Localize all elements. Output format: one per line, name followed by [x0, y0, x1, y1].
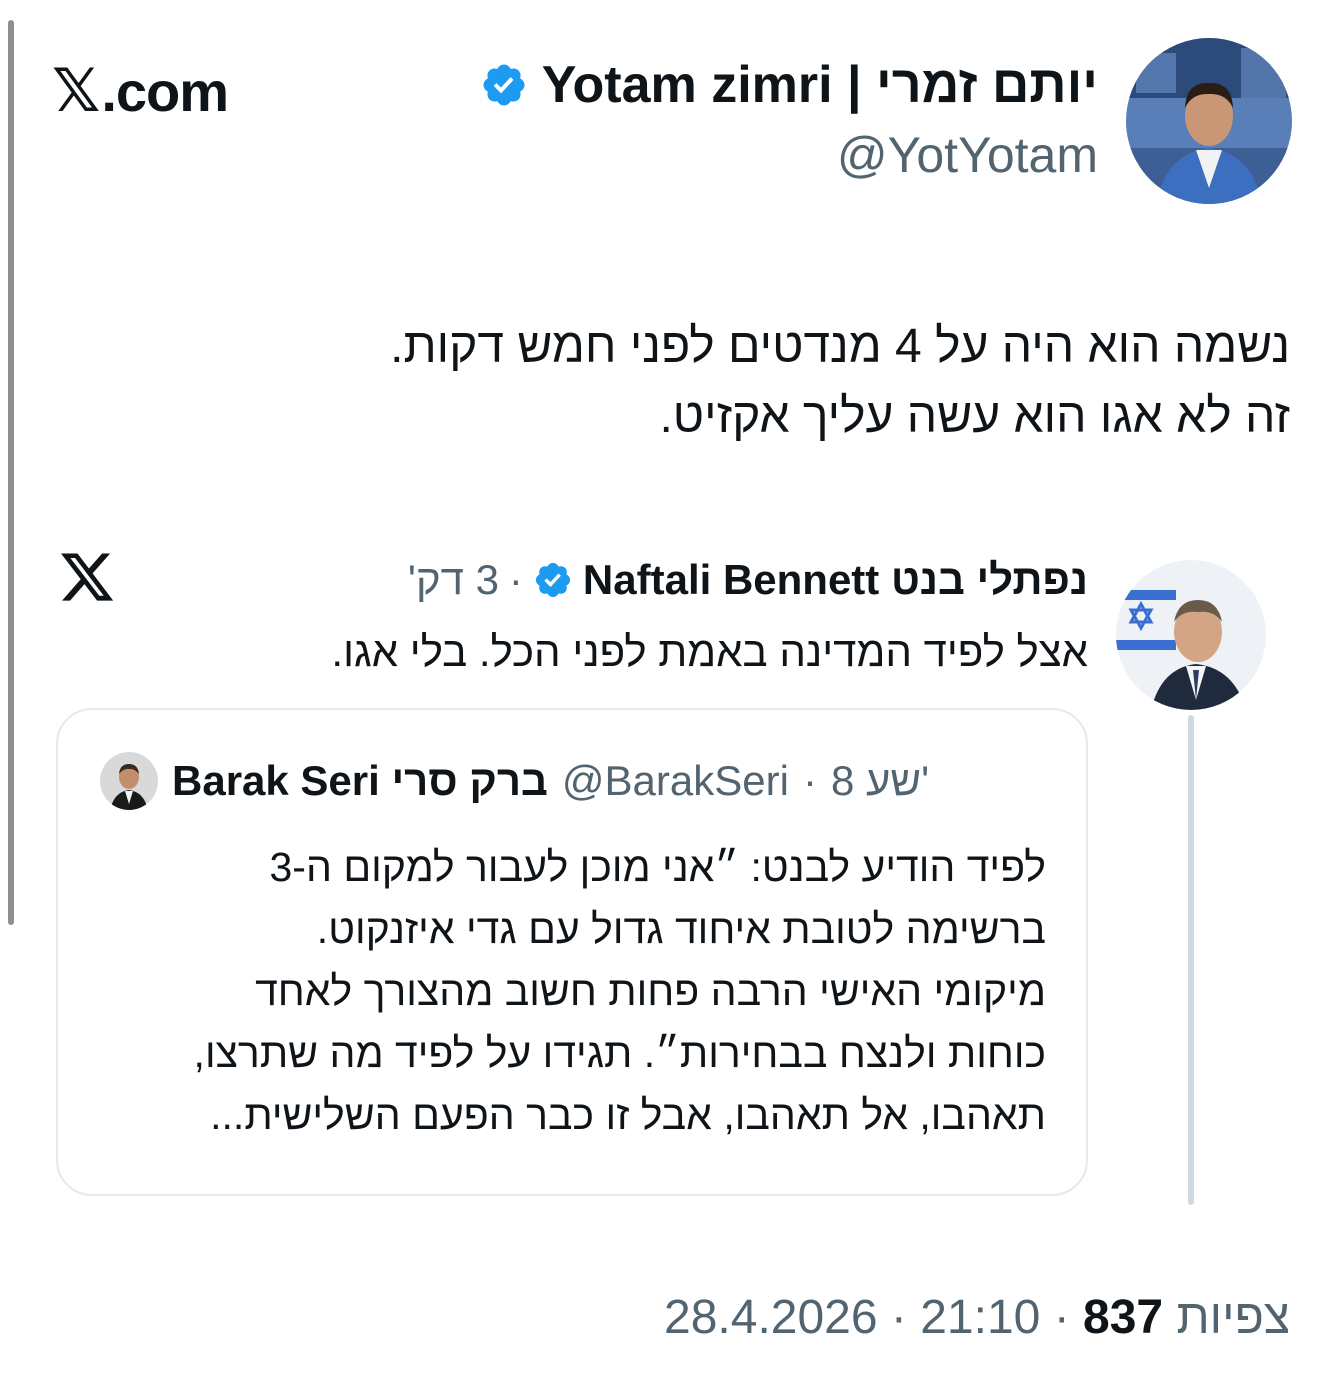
- quote-header[interactable]: Barak Seri ברק סרי @BarakSeri · 8 שע': [100, 752, 929, 810]
- verified-badge-icon: [483, 64, 525, 106]
- person-avatar-icon: [1116, 560, 1266, 710]
- footer-separator: ·: [1053, 1291, 1070, 1344]
- tweet-line: נשמה הוא היה על 4 מנדטים לפני חמש דקות.: [390, 320, 1290, 373]
- quote-line: מיקומי האישי הרבה פחות חשוב מהצורך לאחד: [255, 968, 1046, 1014]
- quote-time[interactable]: 8 שע': [831, 757, 929, 805]
- bennett-separator: ·: [508, 556, 523, 603]
- quote-line: כוחות ולנצח בבחירות״. תגידו על לפיד מה ש…: [193, 1030, 1046, 1076]
- barak-avatar[interactable]: [100, 752, 158, 810]
- author-name-row[interactable]: Yotam zimri | יותם זמרי: [480, 55, 1098, 115]
- person-avatar-icon: [1126, 38, 1292, 204]
- views-count: 837: [1083, 1291, 1164, 1344]
- bennett-time[interactable]: 3 דק': [408, 556, 499, 604]
- bennett-avatar[interactable]: [1116, 560, 1266, 710]
- footer-separator: ·: [890, 1291, 907, 1344]
- quote-separator: ·: [802, 757, 817, 804]
- thread-line: [1188, 715, 1194, 1205]
- bennett-header[interactable]: נפתלי בנט Naftali Bennett · 3 דק': [408, 556, 1088, 604]
- x-logo-icon: 𝕏: [52, 56, 100, 126]
- verified-badge-icon: [535, 562, 571, 598]
- tweet-text: נשמה הוא היה על 4 מנדטים לפני חמש דקות. …: [50, 312, 1290, 452]
- quote-line: לפיד הודיע לבנט: ״אני מוכן לעבור למקום ה…: [269, 844, 1046, 890]
- site-logo-text: .com: [101, 59, 229, 123]
- quote-line: ברשימה לטובת איחוד גדול עם גדי איזנקוט.: [316, 906, 1046, 952]
- author-display-name: Yotam zimri | יותם זמרי: [541, 56, 1098, 114]
- bennett-text: אצל לפיד המדינה באמת לפני הכל. בלי אגו.: [331, 628, 1088, 675]
- person-avatar-icon: [100, 752, 158, 810]
- bennett-name: נפתלי בנט Naftali Bennett: [582, 556, 1088, 603]
- views-label: צפיות: [1176, 1291, 1290, 1344]
- quote-text: לפיד הודיע לבנט: ״אני מוכן לעבור למקום ה…: [100, 836, 1046, 1146]
- author-handle[interactable]: @YotYotam: [837, 126, 1098, 184]
- tweet-line: זה לא אגו הוא עשה עליך אקזיט.: [659, 390, 1290, 443]
- site-logo[interactable]: 𝕏 .com: [52, 56, 229, 126]
- barak-handle[interactable]: @BarakSeri: [562, 757, 789, 805]
- quote-line: תאהבו, אל תאהבו, אבל זו כבר הפעם השלישית…: [210, 1092, 1046, 1138]
- tweet-footer: צפיות 837 · 21:10 · 28.4.2026: [664, 1290, 1290, 1345]
- scrollbar[interactable]: [8, 20, 14, 925]
- tweet-date[interactable]: 28.4.2026: [664, 1291, 878, 1344]
- x-logo-icon: [61, 553, 114, 601]
- author-avatar[interactable]: [1126, 38, 1292, 204]
- tweet-time[interactable]: 21:10: [920, 1291, 1040, 1344]
- barak-name: Barak Seri ברק סרי: [172, 757, 548, 804]
